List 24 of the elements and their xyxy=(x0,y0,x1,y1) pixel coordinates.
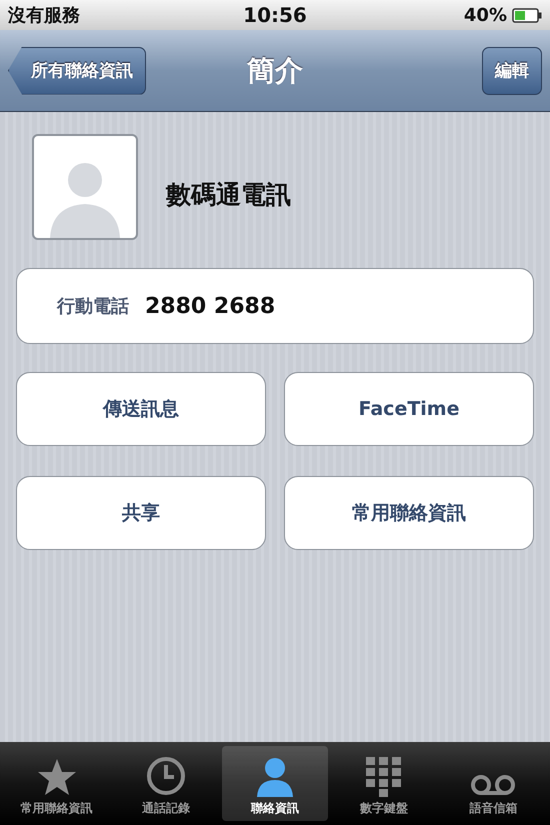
tab-item[interactable]: 語音信箱 xyxy=(440,746,546,821)
phone-number: 2880 2688 xyxy=(145,294,276,318)
tab-item[interactable]: 通話記錄 xyxy=(113,746,218,821)
tab-item[interactable]: 常用聯絡資訊 xyxy=(4,746,110,821)
action-button[interactable]: 傳送訊息 xyxy=(16,372,266,446)
clock-icon xyxy=(144,755,187,797)
clock-time: 10:56 xyxy=(243,3,307,27)
carrier-text: 沒有服務 xyxy=(8,4,80,27)
action-button[interactable]: 常用聯絡資訊 xyxy=(284,476,534,550)
tab-item[interactable]: 數字鍵盤 xyxy=(332,746,437,821)
action-button[interactable]: 共享 xyxy=(16,476,266,550)
battery-icon xyxy=(512,8,542,22)
voicemail-icon xyxy=(470,773,516,797)
tab-item[interactable]: 聯絡資訊 xyxy=(222,746,328,821)
edit-button[interactable]: 編輯 xyxy=(482,46,542,94)
contact-name: 數碼通電訊 xyxy=(166,178,291,210)
phone-label: 行動電話 xyxy=(57,295,129,318)
screen-title: 簡介 xyxy=(247,52,303,88)
back-button[interactable]: 所有聯絡資訊 xyxy=(8,46,146,94)
phone-row[interactable]: 行動電話 2880 2688 xyxy=(16,268,534,344)
person-icon xyxy=(254,755,296,797)
star-icon xyxy=(36,757,78,797)
battery-percent: 40% xyxy=(464,4,507,26)
action-button[interactable]: FaceTime xyxy=(284,372,534,446)
